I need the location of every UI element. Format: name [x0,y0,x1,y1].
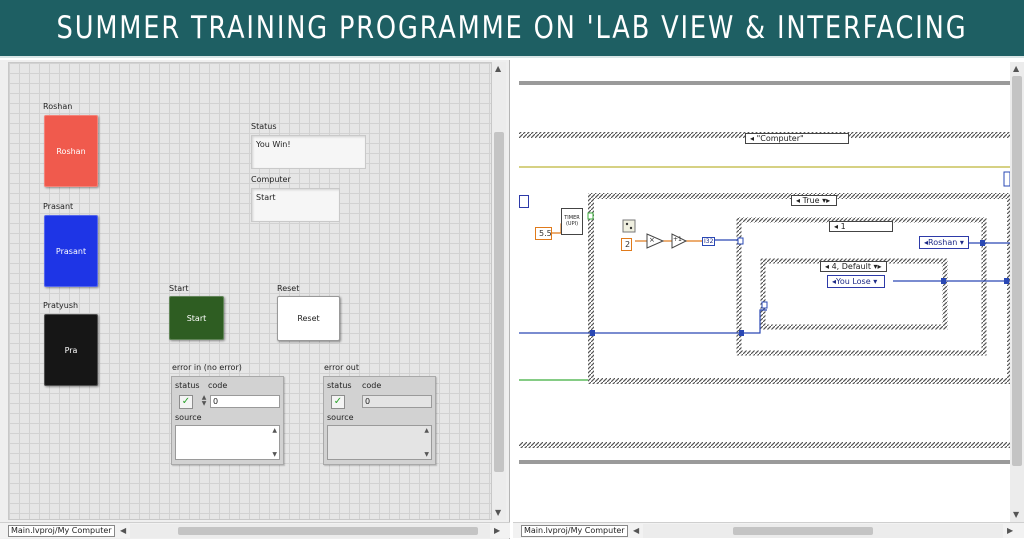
error-out-code-label: code [362,381,382,390]
scroll-right-icon[interactable]: ▶ [494,526,500,536]
front-panel-vertical-scrollbar[interactable]: ▲ ▼ [492,62,506,520]
source-scroll-up-icon[interactable]: ▲ [272,427,277,434]
outer-input-terminal[interactable] [519,195,529,208]
scroll-left-icon[interactable]: ◀ [120,526,126,536]
scroll-up-icon[interactable]: ▲ [495,64,501,74]
front-panel-canvas[interactable]: Roshan Roshan Prasant Prasant Pratyush P… [8,62,492,520]
numeric-constant-value: 2 [625,240,631,249]
multiply-label: × [649,236,655,244]
error-out-code-value: 0 [365,397,371,406]
you-lose-enum-constant[interactable]: ◂You Lose ▾ [827,275,885,288]
source-scroll-up-icon[interactable]: ▲ [424,427,429,434]
front-panel-window: Roshan Roshan Prasant Prasant Pratyush P… [0,60,510,539]
block-diagram-status-bar: Main.lvproj/My Computer ◀ ▶ [513,522,1024,538]
error-out-source-label: source [327,413,354,422]
title-banner: SUMMER TRAINING PROGRAMME ON 'LAB VIEW &… [0,0,1024,58]
error-in-label: error in (no error) [172,363,242,372]
roshan-button-text: Roshan [56,146,86,156]
error-in-source-label: source [175,413,202,422]
to-i32-function[interactable]: I32 [702,237,716,246]
random-number-dice-icon [622,219,636,233]
start-button-text: Start [186,313,207,323]
reset-button-text: Reset [297,314,320,323]
scroll-up-icon[interactable]: ▲ [1013,64,1019,74]
roshan-enum-constant[interactable]: ◂Roshan ▾ [919,236,969,249]
block-diagram-vertical-scrollbar[interactable]: ▲ ▼ [1010,62,1024,522]
error-out-status-check-icon: ✓ [331,395,345,409]
error-out-label: error out [324,363,360,372]
error-in-code-spinner-icon[interactable]: ▲ ▼ [200,395,208,408]
reset-label: Reset [277,284,300,293]
computer-label: Computer [251,175,291,184]
block-diagram-vertical-thumb[interactable] [1012,76,1022,466]
front-panel-status-bar: Main.lvproj/My Computer ◀ ▶ [0,522,510,538]
error-in-source-field[interactable]: ▲ ▼ [175,425,280,460]
block-diagram-window: ◂ "Computer" ◂ True ▾▸ ◂ 1 ◂ 4, Default … [513,60,1024,539]
case-default-selector-value: 4, Default [831,262,871,271]
roshan-button[interactable]: Roshan [44,115,98,187]
numeric-constant[interactable]: 2 [621,238,632,251]
error-out-code-field: 0 [362,395,432,408]
front-panel-horizontal-scrollbar[interactable] [130,524,490,538]
prasant-button-text: Prasant [55,246,87,256]
source-scroll-down-icon[interactable]: ▼ [424,451,429,458]
front-panel-horizontal-thumb[interactable] [178,527,478,535]
case-default-selector[interactable]: ◂ 4, Default ▾▸ [820,261,887,272]
block-diagram-project-path: Main.lvproj/My Computer [521,525,628,537]
error-in-cluster: status code ✓ ▲ ▼ 0 source ▲ ▼ [171,376,284,465]
error-out-cluster: status code ✓ 0 source ▲ ▼ [323,376,436,465]
outer-case-selector[interactable]: ◂ "Computer" [745,133,849,144]
outer-case-selector-value: "Computer" [756,134,804,143]
error-in-status-label: status [175,381,200,390]
pratyush-label: Pratyush [43,301,79,310]
scroll-down-icon[interactable]: ▼ [495,508,501,518]
front-panel-vertical-thumb[interactable] [494,132,504,472]
source-scroll-down-icon[interactable]: ▼ [272,451,277,458]
banner-title: SUMMER TRAINING PROGRAMME ON 'LAB VIEW &… [56,10,968,46]
block-diagram-horizontal-thumb[interactable] [733,527,873,535]
timer-constant[interactable]: 5.5 [535,227,552,240]
error-in-code-label: code [208,381,228,390]
true-case-selector[interactable]: ◂ True ▾▸ [791,195,837,206]
you-lose-enum-value: You Lose [836,277,871,286]
reset-button[interactable]: Reset [277,296,340,341]
status-label: Status [251,122,277,131]
block-diagram-wires [519,81,1010,464]
outer-case-bottom-border [519,442,1010,448]
prasant-label: Prasant [43,202,74,211]
block-diagram-canvas[interactable]: ◂ "Computer" ◂ True ▾▸ ◂ 1 ◂ 4, Default … [519,62,1010,522]
error-out-status-label: status [327,381,352,390]
timer-constant-value: 5.5 [539,229,552,238]
pratyush-button[interactable]: Pra [44,314,98,386]
error-in-code-value: 0 [213,397,219,406]
start-button[interactable]: Start [169,296,224,340]
pratyush-button-text: Pra [64,345,78,355]
error-in-code-field[interactable]: 0 [210,395,280,408]
to-i32-label: I32 [704,238,714,245]
block-diagram-horizontal-scrollbar[interactable] [643,524,1003,538]
scroll-down-icon[interactable]: ▼ [1013,510,1019,520]
case-one-selector[interactable]: ◂ 1 [829,221,893,232]
error-in-status-check-icon[interactable]: ✓ [179,395,193,409]
roshan-enum-value: Roshan [928,238,958,247]
computer-value: Start [256,193,276,202]
frame-top-bar [519,81,1010,85]
computer-indicator: Start [251,188,340,222]
increment-label: +1 [673,236,682,243]
error-out-source-field: ▲ ▼ [327,425,432,460]
timer-label: TIMER (UPI) [564,215,580,227]
case-one-selector-value: 1 [840,222,846,231]
true-case-selector-value: True [802,196,820,205]
frame-bottom-bar [519,460,1010,464]
roshan-label: Roshan [43,102,73,111]
scroll-right-icon[interactable]: ▶ [1007,526,1013,536]
front-panel-project-path: Main.lvproj/My Computer [8,525,115,537]
start-label: Start [169,284,189,293]
prasant-button[interactable]: Prasant [44,215,98,287]
status-value: You Win! [256,140,291,149]
scroll-left-icon[interactable]: ◀ [633,526,639,536]
timer-function[interactable]: TIMER (UPI) [561,208,583,235]
status-indicator: You Win! [251,135,366,169]
